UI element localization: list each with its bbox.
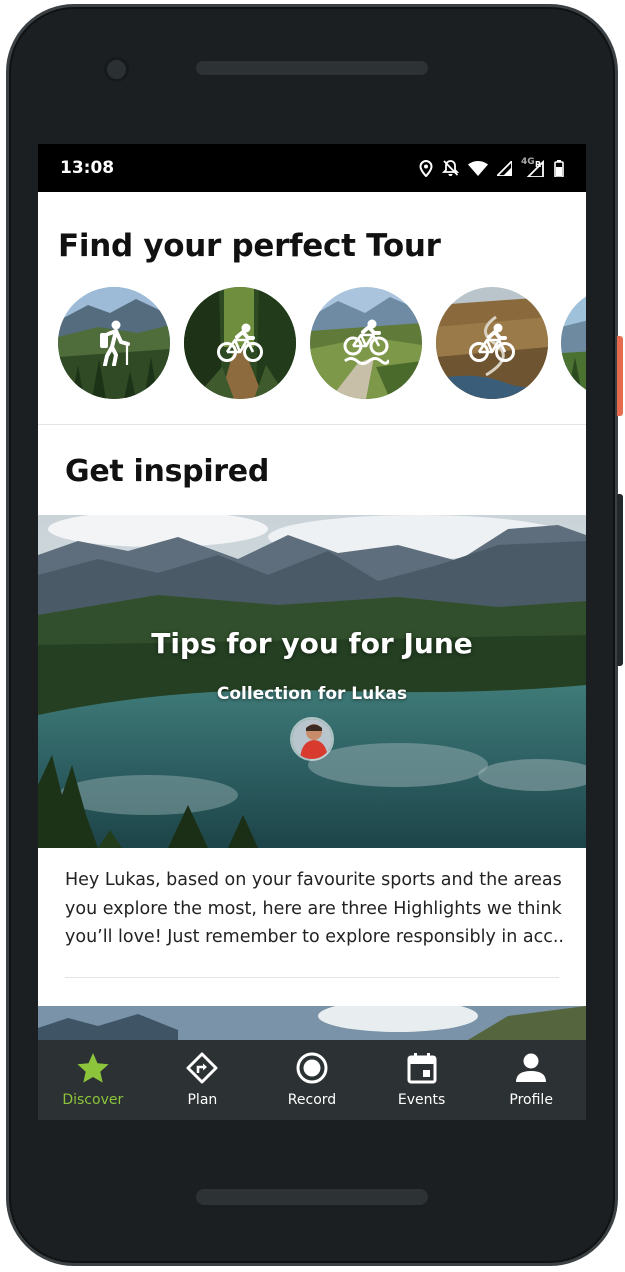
earpiece-speaker: [196, 61, 428, 75]
category-hiking[interactable]: [58, 287, 170, 399]
collection-subtitle: Collection for Lukas: [216, 684, 408, 704]
calendar-icon: [407, 1052, 437, 1088]
sport-category-carousel[interactable]: [58, 287, 586, 399]
nav-label: Discover: [62, 1092, 124, 1108]
status-bar: 13:08 4G R: [38, 144, 586, 192]
route-sign-icon: [186, 1052, 218, 1088]
scroll-content[interactable]: Find your perfect Tour Get inspired Tips…: [38, 192, 586, 1040]
front-camera: [104, 57, 129, 82]
collection-title: Tips for you for June: [151, 627, 473, 660]
bottom-speaker: [196, 1189, 428, 1205]
nav-label: Events: [397, 1092, 446, 1108]
location-icon: [419, 159, 433, 177]
nav-label: Plan: [187, 1092, 218, 1108]
get-inspired-title: Get inspired: [65, 454, 270, 489]
bike-trail-icon: [310, 287, 422, 399]
bike-icon: [436, 287, 548, 399]
signal-icon: [497, 160, 512, 176]
nav-record[interactable]: Record: [260, 1052, 364, 1108]
description-line: Hey Lukas, based on your favourite sport…: [65, 870, 562, 890]
card-divider: [65, 977, 559, 978]
record-icon: [296, 1052, 328, 1088]
star-icon: [76, 1052, 110, 1088]
category-road-cycling[interactable]: [436, 287, 548, 399]
svg-text:R: R: [535, 160, 541, 169]
nav-events[interactable]: Events: [370, 1052, 474, 1108]
landscape-photo: [561, 287, 586, 399]
status-time: 13:08: [60, 158, 115, 178]
nav-profile[interactable]: Profile: [479, 1052, 583, 1108]
section-divider: [38, 424, 586, 425]
status-icons: 4G R: [419, 157, 564, 177]
bike-icon: [184, 287, 296, 399]
collection-card[interactable]: Tips for you for June Collection for Luk…: [38, 515, 586, 848]
lake-mountain-photo: [38, 515, 586, 848]
category-trail-riding[interactable]: [310, 287, 422, 399]
description-line: you’ll love! Just remember to explore re…: [65, 927, 565, 947]
hiking-icon: [58, 287, 170, 399]
app-screen: 13:08 4G R Find your perfect Tour Get in…: [38, 144, 586, 1120]
volume-button: [617, 494, 623, 666]
notifications-off-icon: [442, 159, 459, 177]
battery-icon: [554, 159, 564, 177]
signal-4g-icon: 4G R: [521, 157, 545, 177]
nav-discover[interactable]: Discover: [41, 1052, 145, 1108]
nav-label: Record: [287, 1092, 337, 1108]
nav-plan[interactable]: Plan: [150, 1052, 254, 1108]
next-card-photo[interactable]: [38, 1006, 586, 1040]
power-button: [617, 336, 623, 416]
person-icon: [515, 1052, 547, 1088]
wifi-icon: [468, 160, 488, 176]
find-tour-title: Find your perfect Tour: [58, 228, 441, 264]
category-more[interactable]: [561, 287, 586, 399]
bottom-navigation: Discover Plan Record Events Profile: [38, 1040, 586, 1120]
description-line: you explore the most, here are three Hig…: [65, 898, 562, 919]
avatar: [290, 717, 334, 761]
nav-label: Profile: [509, 1092, 553, 1108]
category-mountain-bike[interactable]: [184, 287, 296, 399]
collection-description: Hey Lukas, based on your favourite sport…: [65, 866, 565, 952]
